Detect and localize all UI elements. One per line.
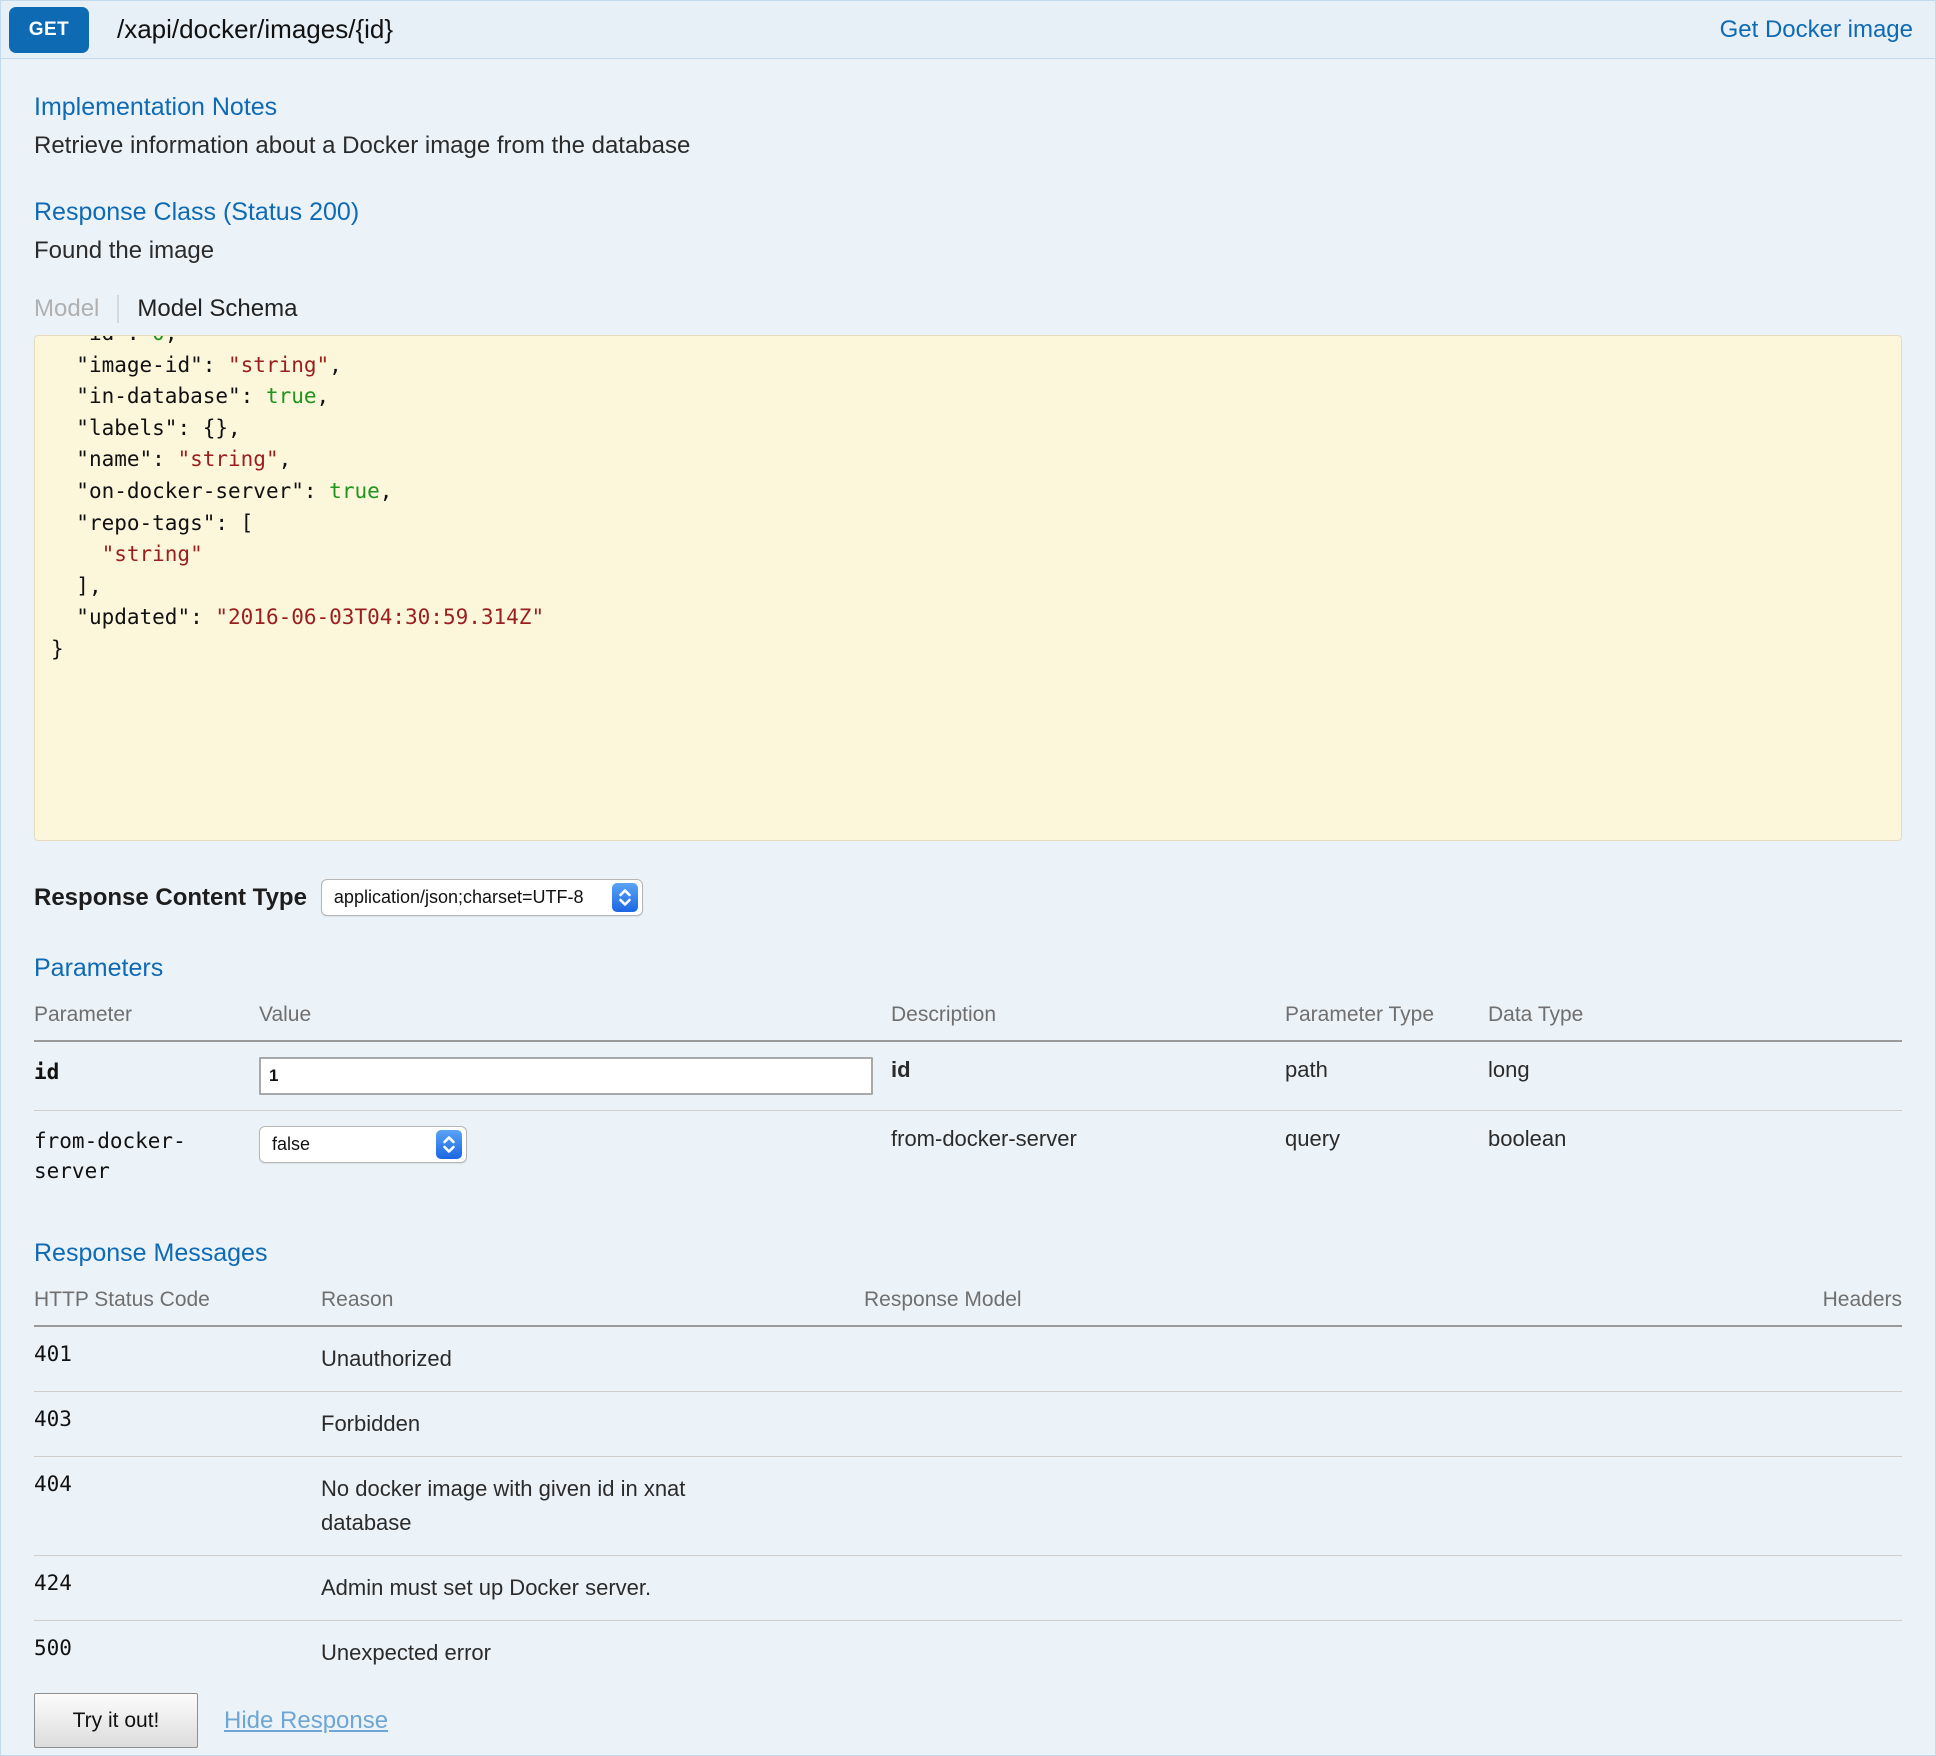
response-message-row: 500Unexpected error: [34, 1621, 1902, 1686]
parameter-type: query: [1285, 1111, 1488, 1202]
col-value: Value: [259, 993, 891, 1041]
headers: [1752, 1457, 1902, 1556]
operation-heading: GET /xapi/docker/images/{id} Get Docker …: [1, 1, 1935, 59]
response-message-row: 403Forbidden: [34, 1392, 1902, 1457]
response-model: [864, 1326, 1752, 1392]
headers: [1752, 1556, 1902, 1621]
implementation-notes-heading: Implementation Notes: [34, 93, 1902, 122]
parameter-name: id: [34, 1041, 259, 1111]
response-model: [864, 1392, 1752, 1457]
parameter-description: from-docker-server: [891, 1111, 1285, 1202]
response-model: [864, 1457, 1752, 1556]
headers: [1752, 1621, 1902, 1686]
schema-code-line: "name": "string",: [51, 444, 1885, 476]
schema-code-line: }: [51, 634, 1885, 666]
col-parameter-type: Parameter Type: [1285, 993, 1488, 1041]
response-messages-table: HTTP Status Code Reason Response Model H…: [34, 1278, 1902, 1685]
operation-content: Implementation Notes Retrieve informatio…: [1, 93, 1935, 1756]
reason: Admin must set up Docker server.: [321, 1556, 864, 1621]
http-method-badge[interactable]: GET: [9, 7, 89, 53]
response-messages-header-row: HTTP Status Code Reason Response Model H…: [34, 1278, 1902, 1326]
reason: No docker image with given id in xnat da…: [321, 1457, 864, 1556]
response-class-heading: Response Class (Status 200): [34, 198, 1902, 227]
schema-code-line: "in-database": true,: [51, 381, 1885, 413]
schema-code-line: "image-id": "string",: [51, 350, 1885, 382]
col-headers: Headers: [1752, 1278, 1902, 1326]
reason: Unauthorized: [321, 1326, 864, 1392]
col-reason: Reason: [321, 1278, 864, 1326]
hide-response-link[interactable]: Hide Response: [224, 1707, 388, 1735]
col-parameter: Parameter: [34, 993, 259, 1041]
parameter-select-value: false: [272, 1134, 436, 1155]
col-data-type: Data Type: [1488, 993, 1902, 1041]
response-messages-heading: Response Messages: [34, 1239, 1902, 1268]
status-code: 403: [34, 1392, 321, 1457]
schema-code-line: "on-docker-server": true,: [51, 476, 1885, 508]
response-message-row: 401Unauthorized: [34, 1326, 1902, 1392]
schema-code-line: "id": 0,: [51, 335, 1885, 350]
parameter-data-type: boolean: [1488, 1111, 1902, 1202]
operation-footer: Try it out! Hide Response: [34, 1693, 1902, 1748]
response-rows: 401Unauthorized403Forbidden404No docker …: [34, 1326, 1902, 1685]
operation-nickname-link[interactable]: Get Docker image: [1720, 16, 1913, 44]
operation-path-link[interactable]: /xapi/docker/images/{id}: [117, 14, 1720, 45]
try-it-out-button[interactable]: Try it out!: [34, 1693, 198, 1748]
parameters-table: Parameter Value Description Parameter Ty…: [34, 993, 1902, 1201]
response-content-type-row: Response Content Type application/json;c…: [34, 879, 1902, 916]
schema-code: "id": 0, "image-id": "string", "in-datab…: [51, 335, 1885, 666]
schema-code-line: ],: [51, 571, 1885, 603]
col-description: Description: [891, 993, 1285, 1041]
status-code: 401: [34, 1326, 321, 1392]
response-content-type-label: Response Content Type: [34, 884, 307, 912]
reason: Unexpected error: [321, 1621, 864, 1686]
parameter-data-type: long: [1488, 1041, 1902, 1111]
implementation-notes-text: Retrieve information about a Docker imag…: [34, 132, 1902, 160]
schema-code-line: "labels": {},: [51, 413, 1885, 445]
tab-model-schema[interactable]: Model Schema: [137, 295, 297, 323]
parameter-from-docker-server-select[interactable]: false: [259, 1126, 467, 1163]
parameter-type: path: [1285, 1041, 1488, 1111]
headers: [1752, 1392, 1902, 1457]
response-model: [864, 1556, 1752, 1621]
response-class-text: Found the image: [34, 237, 1902, 265]
response-message-row: 404No docker image with given id in xnat…: [34, 1457, 1902, 1556]
schema-tabs: Model Model Schema: [34, 295, 1902, 323]
parameters-heading: Parameters: [34, 954, 1902, 983]
schema-code-line: "string": [51, 539, 1885, 571]
parameters-header-row: Parameter Value Description Parameter Ty…: [34, 993, 1902, 1041]
parameter-name: from-docker-server: [34, 1111, 259, 1202]
parameter-description: id: [891, 1041, 1285, 1111]
parameter-id-input[interactable]: [259, 1057, 873, 1095]
schema-code-line: "updated": "2016-06-03T04:30:59.314Z": [51, 602, 1885, 634]
response-content-type-select[interactable]: application/json;charset=UTF-8: [321, 879, 643, 916]
select-stepper-icon: [612, 883, 638, 912]
col-response-model: Response Model: [864, 1278, 1752, 1326]
select-stepper-icon: [436, 1130, 462, 1159]
operation-panel-get-docker-image: GET /xapi/docker/images/{id} Get Docker …: [0, 0, 1936, 1756]
status-code: 424: [34, 1556, 321, 1621]
reason: Forbidden: [321, 1392, 864, 1457]
response-content-type-value: application/json;charset=UTF-8: [334, 887, 612, 908]
tab-model[interactable]: Model: [34, 295, 119, 323]
model-schema-snippet[interactable]: "id": 0, "image-id": "string", "in-datab…: [34, 335, 1902, 841]
parameter-row-id: id id path long: [34, 1041, 1902, 1111]
response-model: [864, 1621, 1752, 1686]
schema-code-line: "repo-tags": [: [51, 508, 1885, 540]
col-http-status-code: HTTP Status Code: [34, 1278, 321, 1326]
headers: [1752, 1326, 1902, 1392]
status-code: 500: [34, 1621, 321, 1686]
status-code: 404: [34, 1457, 321, 1556]
response-message-row: 424Admin must set up Docker server.: [34, 1556, 1902, 1621]
parameter-row-from-docker-server: from-docker-server false from-docker-ser…: [34, 1111, 1902, 1202]
